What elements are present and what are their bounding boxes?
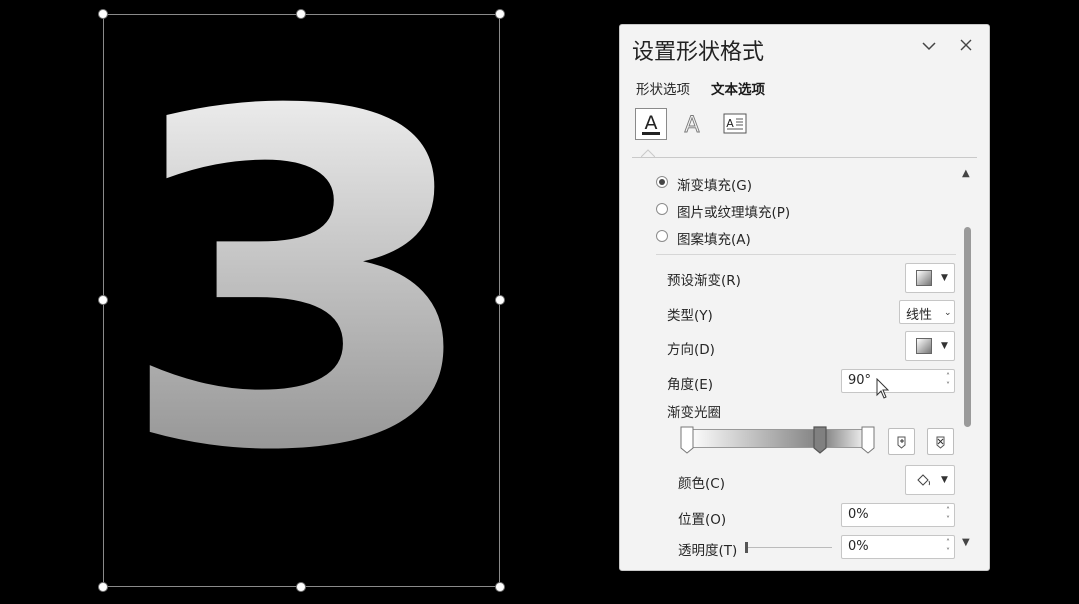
caret-down-icon: ▼ — [941, 341, 948, 351]
gradient-swatch-icon — [916, 270, 932, 286]
type-dropdown[interactable]: 线性 ⌄ — [899, 300, 955, 324]
scroll-down-arrow-icon[interactable]: ▼ — [962, 537, 970, 548]
transparency-spinbox[interactable]: 0% ˄ ˅ — [841, 535, 955, 559]
svg-text:A: A — [684, 113, 699, 137]
paint-bucket-icon — [917, 474, 930, 486]
preset-gradient-label: 预设渐变(R) — [667, 273, 741, 289]
text-effects-icon[interactable]: A — [676, 108, 708, 140]
transparency-slider-track[interactable] — [746, 547, 832, 548]
add-gradient-stop-button[interactable] — [888, 428, 915, 455]
tab-separator — [632, 157, 977, 158]
angle-value: 90° — [848, 373, 872, 388]
svg-text:A: A — [726, 117, 734, 130]
shape-selection-frame[interactable] — [103, 14, 500, 587]
direction-label: 方向(D) — [667, 342, 715, 358]
color-picker-dropdown[interactable]: ▼ — [905, 465, 955, 495]
pane-options-chevron-icon[interactable] — [918, 37, 940, 59]
gradient-stop-start[interactable] — [680, 426, 694, 454]
resize-handle-top-left[interactable] — [98, 9, 108, 19]
tab-shape-options[interactable]: 形状选项 — [636, 78, 690, 98]
textbox-icon[interactable]: A — [719, 108, 751, 140]
chevron-down-icon: ⌄ — [944, 308, 952, 318]
direction-swatch-icon — [916, 338, 932, 354]
svg-text:A: A — [645, 112, 658, 134]
angle-label: 角度(E) — [667, 377, 714, 393]
pattern-fill-label[interactable]: 图案填充(A) — [677, 228, 751, 248]
type-value: 线性 — [906, 308, 933, 323]
transparency-value: 0% — [848, 539, 869, 554]
position-spinbox[interactable]: 0% ˄ ˅ — [841, 503, 955, 527]
close-icon[interactable] — [955, 37, 977, 59]
format-shape-pane: 设置形状格式 形状选项 文本选项 A A A 渐变填充(G) 图片或纹理填充(P… — [619, 24, 990, 571]
direction-dropdown[interactable]: ▼ — [905, 331, 955, 361]
resize-handle-right[interactable] — [495, 295, 505, 305]
resize-handle-bottom-left[interactable] — [98, 582, 108, 592]
remove-stop-icon — [936, 436, 944, 449]
gradient-fill-label[interactable]: 渐变填充(G) — [677, 174, 752, 194]
pane-title: 设置形状格式 — [632, 40, 765, 65]
spin-arrows-icon[interactable]: ˄ ˅ — [946, 372, 950, 390]
spin-arrows-icon[interactable]: ˄ ˅ — [946, 538, 950, 556]
resize-handle-top-right[interactable] — [495, 9, 505, 19]
remove-gradient-stop-button[interactable] — [927, 428, 954, 455]
angle-spinbox[interactable]: 90° ˄ ˅ — [841, 369, 955, 393]
picture-texture-fill-label[interactable]: 图片或纹理填充(P) — [677, 201, 790, 221]
resize-handle-bottom[interactable] — [296, 582, 306, 592]
color-label: 颜色(C) — [678, 476, 725, 492]
tab-text-options[interactable]: 文本选项 — [711, 78, 765, 98]
add-stop-icon — [897, 436, 905, 449]
preset-gradient-dropdown[interactable]: ▼ — [905, 263, 955, 293]
gradient-stops-label: 渐变光圈 — [667, 405, 721, 421]
transparency-slider-handle[interactable] — [745, 542, 748, 553]
spin-arrows-icon[interactable]: ˄ ˅ — [946, 506, 950, 524]
scrollbar-thumb[interactable] — [964, 227, 971, 427]
mouse-pointer-icon — [876, 378, 890, 399]
radio-pattern-fill[interactable] — [656, 230, 668, 242]
active-tab-notch — [641, 149, 655, 158]
caret-down-icon: ▼ — [941, 273, 948, 283]
options-divider — [656, 254, 956, 255]
text-fill-outline-icon[interactable]: A — [635, 108, 667, 140]
transparency-label: 透明度(T) — [678, 543, 738, 559]
resize-handle-top[interactable] — [296, 9, 306, 19]
radio-gradient-fill[interactable] — [656, 176, 668, 188]
resize-handle-left[interactable] — [98, 295, 108, 305]
gradient-stop-end[interactable] — [861, 426, 875, 454]
position-label: 位置(O) — [678, 512, 727, 528]
gradient-stop-selected[interactable] — [813, 426, 827, 454]
radio-picture-texture-fill[interactable] — [656, 203, 668, 215]
scroll-up-arrow-icon[interactable]: ▲ — [962, 168, 970, 179]
gradient-stops-bar[interactable] — [687, 429, 871, 448]
type-label: 类型(Y) — [667, 308, 713, 324]
caret-down-icon: ▼ — [941, 475, 948, 485]
position-value: 0% — [848, 507, 869, 522]
resize-handle-bottom-right[interactable] — [495, 582, 505, 592]
